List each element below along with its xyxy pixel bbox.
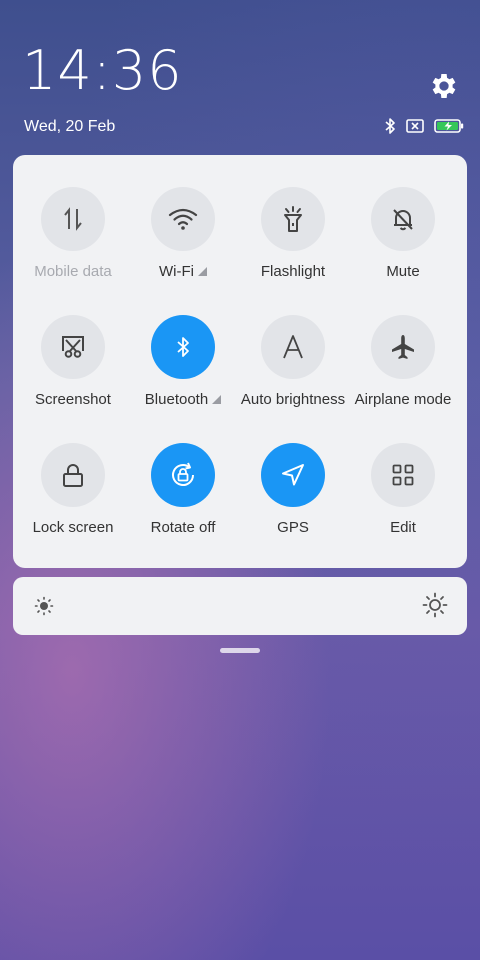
sun-large-icon [422, 592, 448, 623]
brightness-slider[interactable] [13, 577, 467, 635]
expand-triangle-icon[interactable] [212, 395, 222, 404]
airplane-icon[interactable] [371, 315, 435, 379]
tile-gps[interactable]: GPS [233, 443, 353, 553]
tile-mute[interactable]: Mute [343, 187, 463, 297]
tile-label: Mute [386, 263, 420, 280]
grid-edit-icon[interactable] [371, 443, 435, 507]
tile-mobile-data[interactable]: Mobile data [13, 187, 133, 297]
mobile-data-icon[interactable] [41, 187, 105, 251]
notification-shade: 14:36 Wed, 20 Feb Mobile data Wi-Fi Flas… [0, 0, 480, 960]
battery-charging-icon [434, 119, 464, 138]
tile-auto-brightness[interactable]: Auto brightness [233, 315, 353, 425]
date-label[interactable]: Wed, 20 Feb [24, 118, 115, 136]
lock-icon[interactable] [41, 443, 105, 507]
auto-brightness-icon[interactable] [261, 315, 325, 379]
rotate-lock-icon[interactable] [151, 443, 215, 507]
mute-bell-icon[interactable] [371, 187, 435, 251]
no-sim-icon [406, 119, 424, 138]
gear-icon[interactable] [428, 70, 460, 102]
drag-handle[interactable] [220, 648, 260, 653]
tile-bluetooth[interactable]: Bluetooth [123, 315, 243, 425]
tile-lock-screen[interactable]: Lock screen [13, 443, 133, 553]
bluetooth-icon[interactable] [151, 315, 215, 379]
sun-small-icon [34, 596, 54, 621]
tile-label: Edit [390, 519, 416, 536]
tile-rotate-off[interactable]: Rotate off [123, 443, 243, 553]
wifi-icon[interactable] [151, 187, 215, 251]
gps-icon[interactable] [261, 443, 325, 507]
tile-label: Airplane mode [354, 391, 452, 408]
tile-screenshot[interactable]: Screenshot [13, 315, 133, 425]
tile-edit[interactable]: Edit [343, 443, 463, 553]
tile-wifi[interactable]: Wi-Fi [123, 187, 243, 297]
expand-triangle-icon[interactable] [197, 267, 207, 276]
tile-airplane-mode[interactable]: Airplane mode [343, 315, 463, 425]
clock-time[interactable]: 14:36 [22, 44, 183, 98]
flashlight-icon[interactable] [261, 187, 325, 251]
tile-flashlight[interactable]: Flashlight [233, 187, 353, 297]
screenshot-icon[interactable] [41, 315, 105, 379]
bluetooth-icon [384, 117, 396, 140]
status-icons [384, 117, 464, 140]
quick-settings-panel: Mobile data Wi-Fi Flashlight Mute Screen… [13, 155, 467, 568]
